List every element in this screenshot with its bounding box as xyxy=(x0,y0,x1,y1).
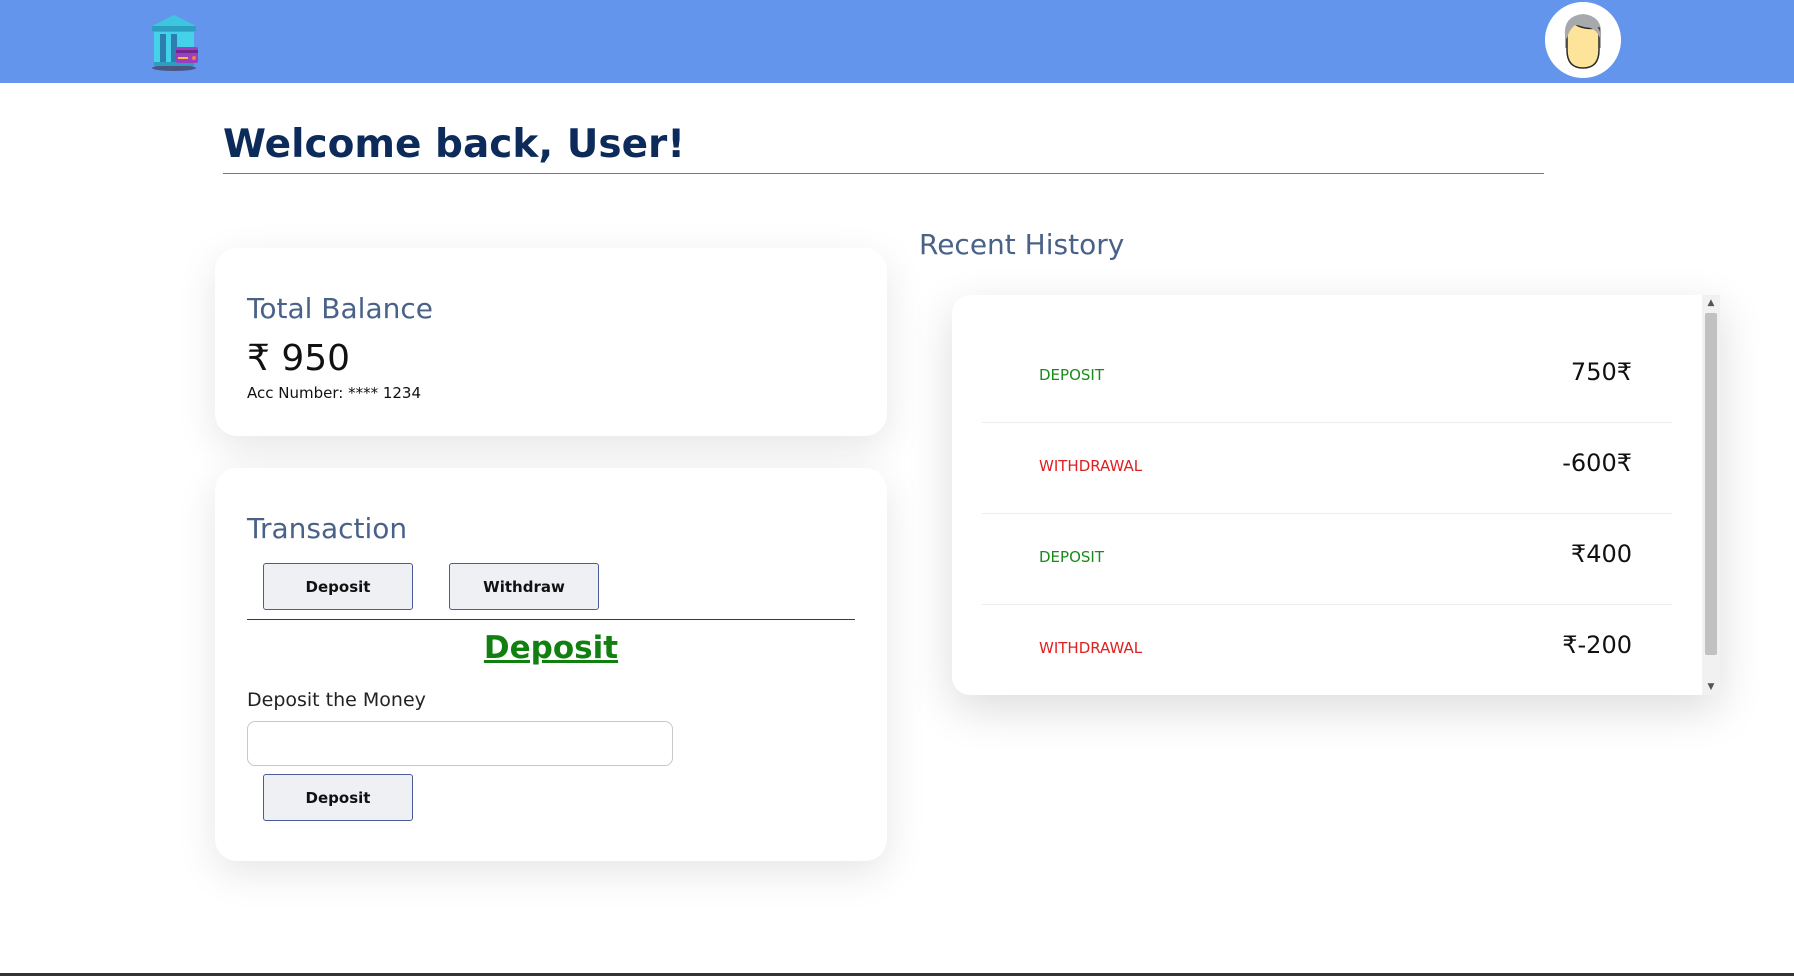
deposit-heading: Deposit xyxy=(483,630,619,666)
history-scrollbar[interactable]: ▲ ▼ xyxy=(1702,295,1720,695)
history-item: DEPOSIT ₹400 xyxy=(982,514,1672,605)
deposit-amount-input[interactable] xyxy=(247,721,673,766)
history-item-type: DEPOSIT xyxy=(1039,366,1104,384)
top-navbar xyxy=(0,0,1794,83)
history-item: DEPOSIT 750₹ xyxy=(982,332,1672,423)
history-list: DEPOSIT 750₹ WITHDRAWAL -600₹ DEPOSIT ₹4… xyxy=(982,332,1672,695)
balance-amount: ₹ 950 xyxy=(247,338,351,379)
history-card: DEPOSIT 750₹ WITHDRAWAL -600₹ DEPOSIT ₹4… xyxy=(952,295,1720,695)
withdraw-tab-button[interactable]: Withdraw xyxy=(449,563,599,610)
transaction-divider xyxy=(247,619,855,620)
transaction-title: Transaction xyxy=(247,512,408,545)
history-item-type: WITHDRAWAL xyxy=(1039,457,1143,475)
user-avatar-icon[interactable] xyxy=(1545,2,1621,78)
history-item-amount: ₹-200 xyxy=(1562,631,1632,659)
history-item-type: DEPOSIT xyxy=(1039,548,1104,566)
bank-card-icon[interactable] xyxy=(148,12,200,72)
history-title: Recent History xyxy=(919,228,1125,261)
history-item-amount: -600₹ xyxy=(1562,449,1632,477)
scroll-thumb[interactable] xyxy=(1705,313,1717,655)
account-number: Acc Number: **** 1234 xyxy=(247,384,422,402)
balance-card: Total Balance ₹ 950 Acc Number: **** 123… xyxy=(215,248,887,436)
scroll-down-icon[interactable]: ▼ xyxy=(1702,679,1720,695)
balance-title: Total Balance xyxy=(247,292,433,325)
transaction-card: Transaction Deposit Withdraw Deposit Dep… xyxy=(215,468,887,861)
history-item: WITHDRAWAL ₹-200 xyxy=(982,605,1672,695)
history-item-type: WITHDRAWAL xyxy=(1039,639,1143,657)
history-item-amount: ₹400 xyxy=(1570,540,1632,568)
history-item-amount: 750₹ xyxy=(1570,358,1632,386)
history-item: WITHDRAWAL -600₹ xyxy=(982,423,1672,514)
deposit-tab-button[interactable]: Deposit xyxy=(263,563,413,610)
scroll-up-icon[interactable]: ▲ xyxy=(1702,295,1720,311)
deposit-submit-button[interactable]: Deposit xyxy=(263,774,413,821)
deposit-amount-label: Deposit the Money xyxy=(247,689,426,711)
page-title: Welcome back, User! xyxy=(223,122,1544,174)
